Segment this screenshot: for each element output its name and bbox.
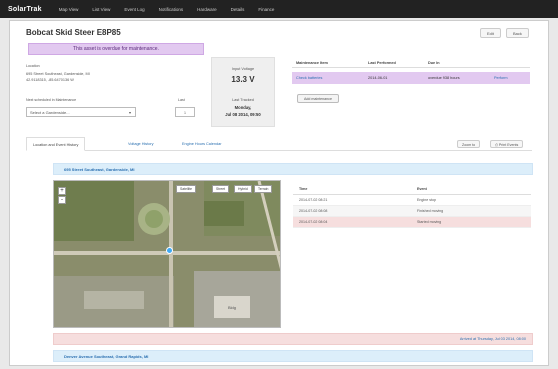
map-terrain-button[interactable]: Terrain (254, 185, 273, 193)
maintenance-item-link[interactable]: Check batteries (292, 76, 364, 80)
nav-item-notifications[interactable]: Notifications (152, 7, 191, 12)
table-row[interactable]: 2014-07-02 08:21 Engine stop (293, 195, 531, 206)
table-row[interactable]: 2014-07-02 08:08 Finished moving (293, 206, 531, 217)
top-navbar: SolarTrak Map View List View Event Log N… (0, 0, 558, 18)
location-header[interactable]: 695 Street Southeast, Gardenside, MI (53, 163, 533, 175)
event-table: Time Event 2014-07-02 08:21 Engine stop … (293, 184, 531, 228)
col-maintenance-item: Maintenance Item (296, 60, 328, 65)
last-label: Last (178, 98, 185, 102)
zoom-out-button[interactable]: - (58, 196, 66, 204)
event-table-header: Time Event (293, 184, 531, 195)
tab-engine-hours[interactable]: Engine Hours Calendar (176, 137, 227, 151)
location-label: Location (26, 64, 40, 68)
event-name: Engine stop (417, 198, 436, 202)
back-button[interactable]: Back (506, 28, 529, 38)
last-input[interactable]: 1 (175, 107, 195, 117)
event-time: 2014-07-02 08:04 (299, 220, 328, 224)
table-row: Check batteries 2014-06-01 overdue 938 h… (292, 72, 530, 84)
last-performed-value: 2014-06-01 (368, 76, 388, 80)
due-in-value: overdue 938 hours (428, 76, 460, 80)
col-time: Time (299, 187, 308, 191)
printer-icon: ⎙ (495, 143, 498, 147)
tab-location-history[interactable]: Location and Event History (26, 137, 86, 151)
next-maintenance-label: Next scheduled in Maintenance (26, 98, 77, 102)
maintenance-select[interactable]: Select a Gardenside... ▾ (26, 107, 136, 117)
map-street-button[interactable]: Street (212, 185, 230, 193)
building-label: Bldg (228, 305, 236, 310)
col-event: Event (417, 187, 427, 191)
map-imagery: Bldg (54, 181, 280, 327)
edit-button[interactable]: Edit (480, 28, 501, 38)
zoom-to-button[interactable]: Zoom to (457, 140, 481, 148)
map-marker-icon[interactable] (166, 247, 173, 254)
satellite-map[interactable]: Bldg + - Satellite Street Hybrid Terrain (53, 180, 281, 328)
maintenance-select-value: Select a Gardenside... (30, 110, 70, 115)
nav-item-hardware[interactable]: Hardware (190, 7, 224, 12)
map-hybrid-button[interactable]: Hybrid (234, 185, 252, 193)
maintenance-table: Maintenance Item Last Performed Due In C… (292, 58, 530, 84)
event-time: 2014-07-02 08:21 (299, 198, 328, 202)
add-maintenance-button[interactable]: Add maintenance (297, 94, 339, 103)
col-last-performed: Last Performed (368, 60, 396, 65)
arrival-note: Arrived at Thursday, Jul 03 2014, 08:00 (53, 333, 533, 345)
event-name: Finished moving (417, 209, 444, 213)
map-satellite-button[interactable]: Satellite (176, 185, 197, 193)
event-time: 2014-07-02 08:08 (299, 209, 328, 213)
page-title: Bobcat Skid Steer E8P85 (26, 28, 121, 37)
last-tracked-day: Monday, (234, 105, 252, 110)
chevron-down-icon: ▾ (128, 110, 131, 115)
perform-link[interactable]: Perform (490, 76, 530, 80)
tab-voltage-history[interactable]: Voltage History (122, 137, 160, 151)
col-due-in: Due In (428, 60, 440, 65)
nav-item-details[interactable]: Details (224, 7, 252, 12)
zoom-in-button[interactable]: + (58, 187, 66, 195)
nav-item-list-view[interactable]: List View (85, 7, 117, 12)
maintenance-table-header: Maintenance Item Last Performed Due In (292, 58, 530, 68)
last-tracked-label: Last Tracked (232, 98, 254, 102)
nav-item-event-log[interactable]: Event Log (117, 7, 151, 12)
event-name: Started moving (417, 220, 442, 224)
voltage-value: 13.3 V (231, 75, 255, 84)
last-tracked-date: Jul 08 2014, 09:50 (225, 112, 261, 117)
maintenance-alert: This asset is overdue for maintenance. (28, 43, 204, 55)
nav-item-map-view[interactable]: Map View (52, 7, 86, 12)
print-events-button[interactable]: ⎙ Print Events (490, 140, 524, 148)
location-address: 695 Street Southeast, Gardenside, MI (26, 72, 90, 76)
print-events-label: Print Events (498, 143, 519, 147)
table-row[interactable]: 2014-07-02 08:04 Started moving (293, 217, 531, 228)
status-box: Input Voltage 13.3 V Last Tracked Monday… (211, 57, 275, 127)
location-coordinates: 42.9118315, -85.6470136 W (26, 78, 74, 82)
nav-item-finance[interactable]: Finance (251, 7, 281, 12)
voltage-label: Input Voltage (231, 67, 255, 71)
brand-logo[interactable]: SolarTrak (0, 6, 52, 13)
location-header-2[interactable]: Denver Avenue Southeast, Grand Rapids, M… (53, 350, 533, 362)
